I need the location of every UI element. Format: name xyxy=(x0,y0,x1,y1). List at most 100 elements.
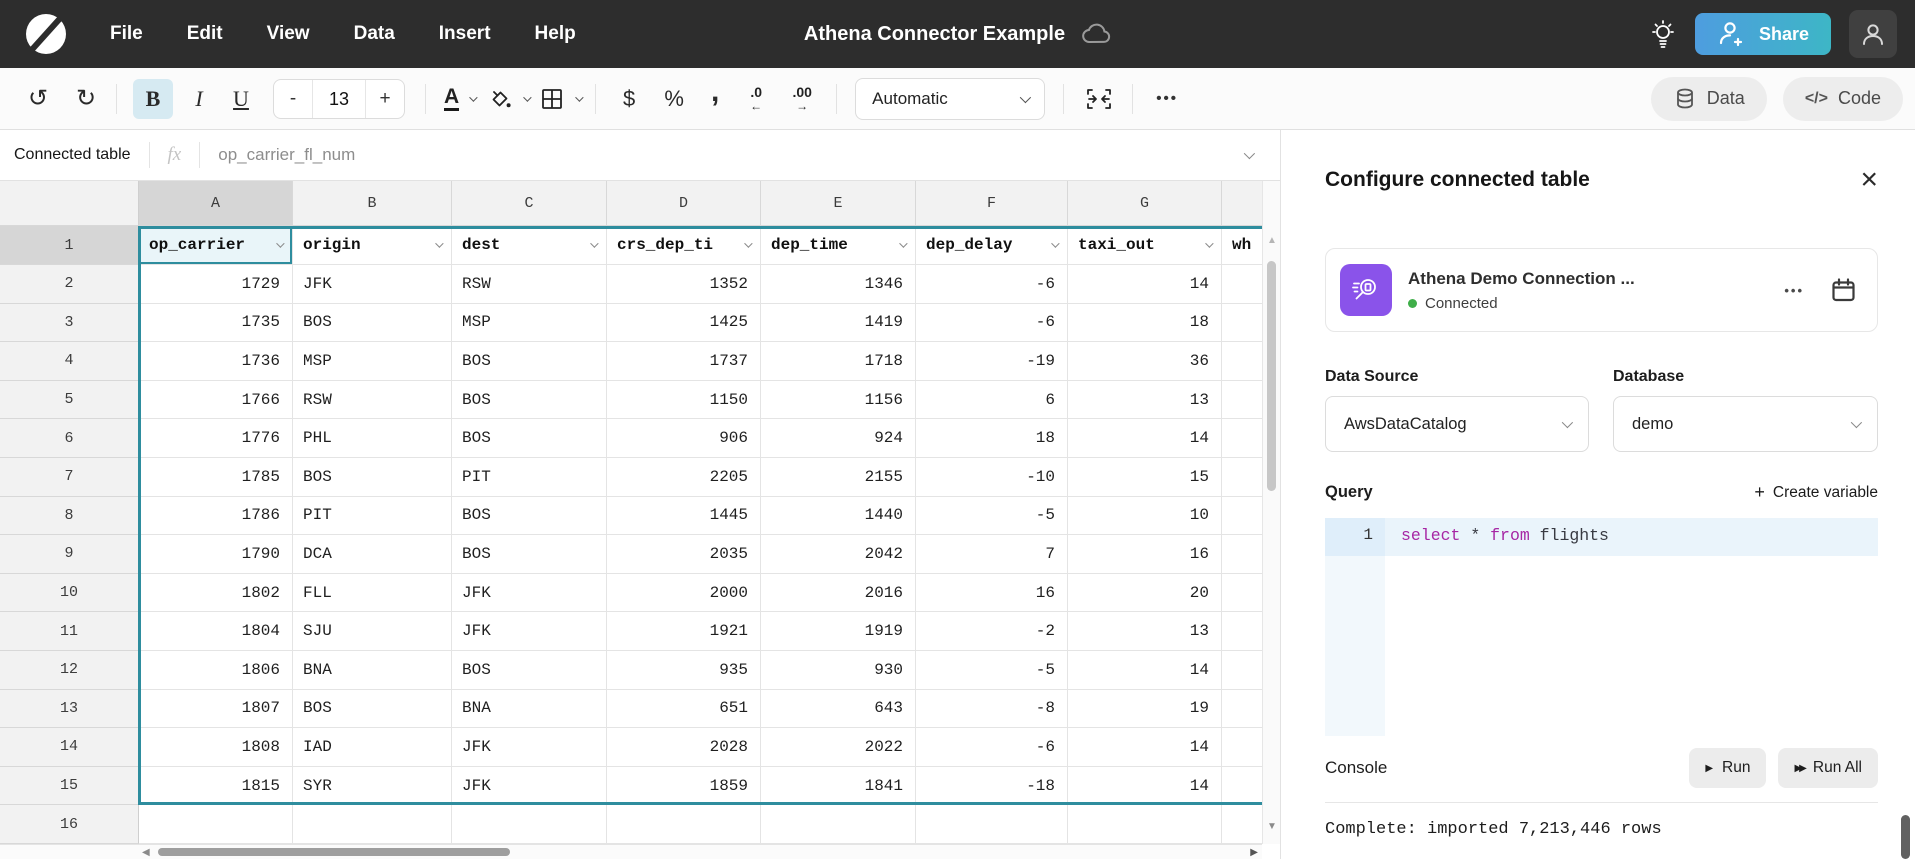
grid-cell[interactable]: 19 xyxy=(1068,690,1222,729)
font-size-increase-button[interactable]: + xyxy=(366,88,404,110)
account-avatar-button[interactable] xyxy=(1849,10,1897,58)
scroll-right-icon[interactable]: ▶ xyxy=(1250,847,1258,858)
grid-cell[interactable]: PIT xyxy=(293,497,452,536)
redo-button[interactable]: ↻ xyxy=(70,79,102,119)
grid-cell[interactable]: BNA xyxy=(293,651,452,690)
grid-cell[interactable]: -6 xyxy=(916,304,1068,343)
grid-cell[interactable]: 1736 xyxy=(139,342,293,381)
column-header-E[interactable]: E xyxy=(761,181,916,226)
grid-cell[interactable]: IAD xyxy=(293,728,452,767)
grid-cell[interactable]: 1766 xyxy=(139,381,293,420)
share-button[interactable]: Share xyxy=(1695,13,1831,55)
grid-cell[interactable]: 1786 xyxy=(139,497,293,536)
row-number-1[interactable]: 1 xyxy=(0,226,139,265)
run-button[interactable]: ▶ Run xyxy=(1689,748,1766,788)
column-filter-cell-dest[interactable]: dest xyxy=(452,226,607,265)
grid-cell[interactable]: 2028 xyxy=(607,728,761,767)
row-number-3[interactable]: 3 xyxy=(0,304,139,343)
column-header-D[interactable]: D xyxy=(607,181,761,226)
calendar-icon[interactable] xyxy=(1830,277,1857,304)
grid-cell[interactable]: 1808 xyxy=(139,728,293,767)
code-view-button[interactable]: </> Code xyxy=(1783,77,1903,121)
grid-cell[interactable]: 2155 xyxy=(761,458,916,497)
undo-button[interactable]: ↺ xyxy=(22,79,54,119)
grid-cell[interactable]: 2205 xyxy=(607,458,761,497)
grid-cell[interactable] xyxy=(1222,728,1262,767)
grid-horizontal-scrollbar[interactable]: ◀ ▶ xyxy=(0,844,1262,859)
grid-cell[interactable]: JFK xyxy=(452,728,607,767)
more-tools-button[interactable]: ••• xyxy=(1149,79,1185,119)
grid-cell[interactable]: 2042 xyxy=(761,535,916,574)
scroll-left-icon[interactable]: ◀ xyxy=(142,847,150,858)
formula-input[interactable]: op_carrier_fl_num xyxy=(218,145,355,165)
chevron-down-icon[interactable] xyxy=(523,93,531,101)
grid-cell[interactable]: 1440 xyxy=(761,497,916,536)
grid-cell[interactable] xyxy=(1222,304,1262,343)
grid-cell[interactable]: PIT xyxy=(452,458,607,497)
grid-cell[interactable]: BOS xyxy=(452,535,607,574)
grid-cell[interactable]: MSP xyxy=(452,304,607,343)
grid-cell[interactable]: JFK xyxy=(293,265,452,304)
grid-cell[interactable]: 1150 xyxy=(607,381,761,420)
grid-cell[interactable]: RSW xyxy=(293,381,452,420)
row-number-11[interactable]: 11 xyxy=(0,612,139,651)
grid-cell[interactable]: 2016 xyxy=(761,574,916,613)
grid-cell[interactable]: 7 xyxy=(916,535,1068,574)
filter-chevron-icon[interactable] xyxy=(276,239,284,247)
grid-cell[interactable]: 14 xyxy=(1068,767,1222,806)
column-filter-cell-op_carrier[interactable]: op_carrier xyxy=(139,226,293,265)
column-header-F[interactable]: F xyxy=(916,181,1068,226)
grid-cell[interactable]: 1729 xyxy=(139,265,293,304)
tips-bulb-icon[interactable] xyxy=(1649,18,1677,50)
grid-cell[interactable] xyxy=(1222,419,1262,458)
grid-cell[interactable]: JFK xyxy=(452,574,607,613)
grid-cell[interactable] xyxy=(1222,805,1262,844)
grid-cell[interactable]: -5 xyxy=(916,497,1068,536)
row-number-12[interactable]: 12 xyxy=(0,651,139,690)
column-filter-cell-wh[interactable]: wh xyxy=(1222,226,1262,265)
currency-format-button[interactable]: $ xyxy=(612,79,646,119)
row-number-4[interactable]: 4 xyxy=(0,342,139,381)
menu-view[interactable]: View xyxy=(267,23,310,45)
row-number-7[interactable]: 7 xyxy=(0,458,139,497)
grid-cell[interactable]: 935 xyxy=(607,651,761,690)
grid-cell[interactable]: 1807 xyxy=(139,690,293,729)
row-number-6[interactable]: 6 xyxy=(0,419,139,458)
data-view-button[interactable]: Data xyxy=(1651,77,1767,121)
grid-cell[interactable] xyxy=(139,805,293,844)
column-header-A[interactable]: A xyxy=(139,181,293,226)
grid-cell[interactable]: 1859 xyxy=(607,767,761,806)
menu-file[interactable]: File xyxy=(110,23,143,45)
fit-columns-button[interactable] xyxy=(1080,79,1118,119)
grid-cell[interactable]: 18 xyxy=(916,419,1068,458)
grid-cell[interactable]: 14 xyxy=(1068,728,1222,767)
data-source-select[interactable]: AwsDataCatalog xyxy=(1325,396,1589,452)
grid-cell[interactable]: -5 xyxy=(916,651,1068,690)
grid-cell[interactable] xyxy=(1222,612,1262,651)
row-number-2[interactable]: 2 xyxy=(0,265,139,304)
grid-cell[interactable]: -10 xyxy=(916,458,1068,497)
row-number-15[interactable]: 15 xyxy=(0,767,139,806)
grid-cell[interactable] xyxy=(1222,535,1262,574)
grid-cell[interactable]: 2022 xyxy=(761,728,916,767)
grid-cell[interactable]: 14 xyxy=(1068,651,1222,690)
grid-cell[interactable]: 2000 xyxy=(607,574,761,613)
column-filter-cell-dep_delay[interactable]: dep_delay xyxy=(916,226,1068,265)
column-filter-cell-taxi_out[interactable]: taxi_out xyxy=(1068,226,1222,265)
font-size-value[interactable]: 13 xyxy=(312,80,366,118)
comma-format-button[interactable]: , xyxy=(702,79,728,119)
grid-cell[interactable]: 1841 xyxy=(761,767,916,806)
grid-cell[interactable]: 1735 xyxy=(139,304,293,343)
row-number-13[interactable]: 13 xyxy=(0,690,139,729)
grid-cell[interactable]: -6 xyxy=(916,265,1068,304)
scroll-up-icon[interactable]: ▲ xyxy=(1267,235,1277,246)
grid-cell[interactable]: BOS xyxy=(293,458,452,497)
grid-cell[interactable]: MSP xyxy=(293,342,452,381)
grid-cell[interactable]: JFK xyxy=(452,612,607,651)
column-header-C[interactable]: C xyxy=(452,181,607,226)
filter-chevron-icon[interactable] xyxy=(744,239,752,247)
grid-cell[interactable]: PHL xyxy=(293,419,452,458)
grid-vertical-scrollbar[interactable]: ▲ ▼ xyxy=(1262,181,1280,844)
grid-cell[interactable]: 930 xyxy=(761,651,916,690)
column-filter-cell-dep_time[interactable]: dep_time xyxy=(761,226,916,265)
